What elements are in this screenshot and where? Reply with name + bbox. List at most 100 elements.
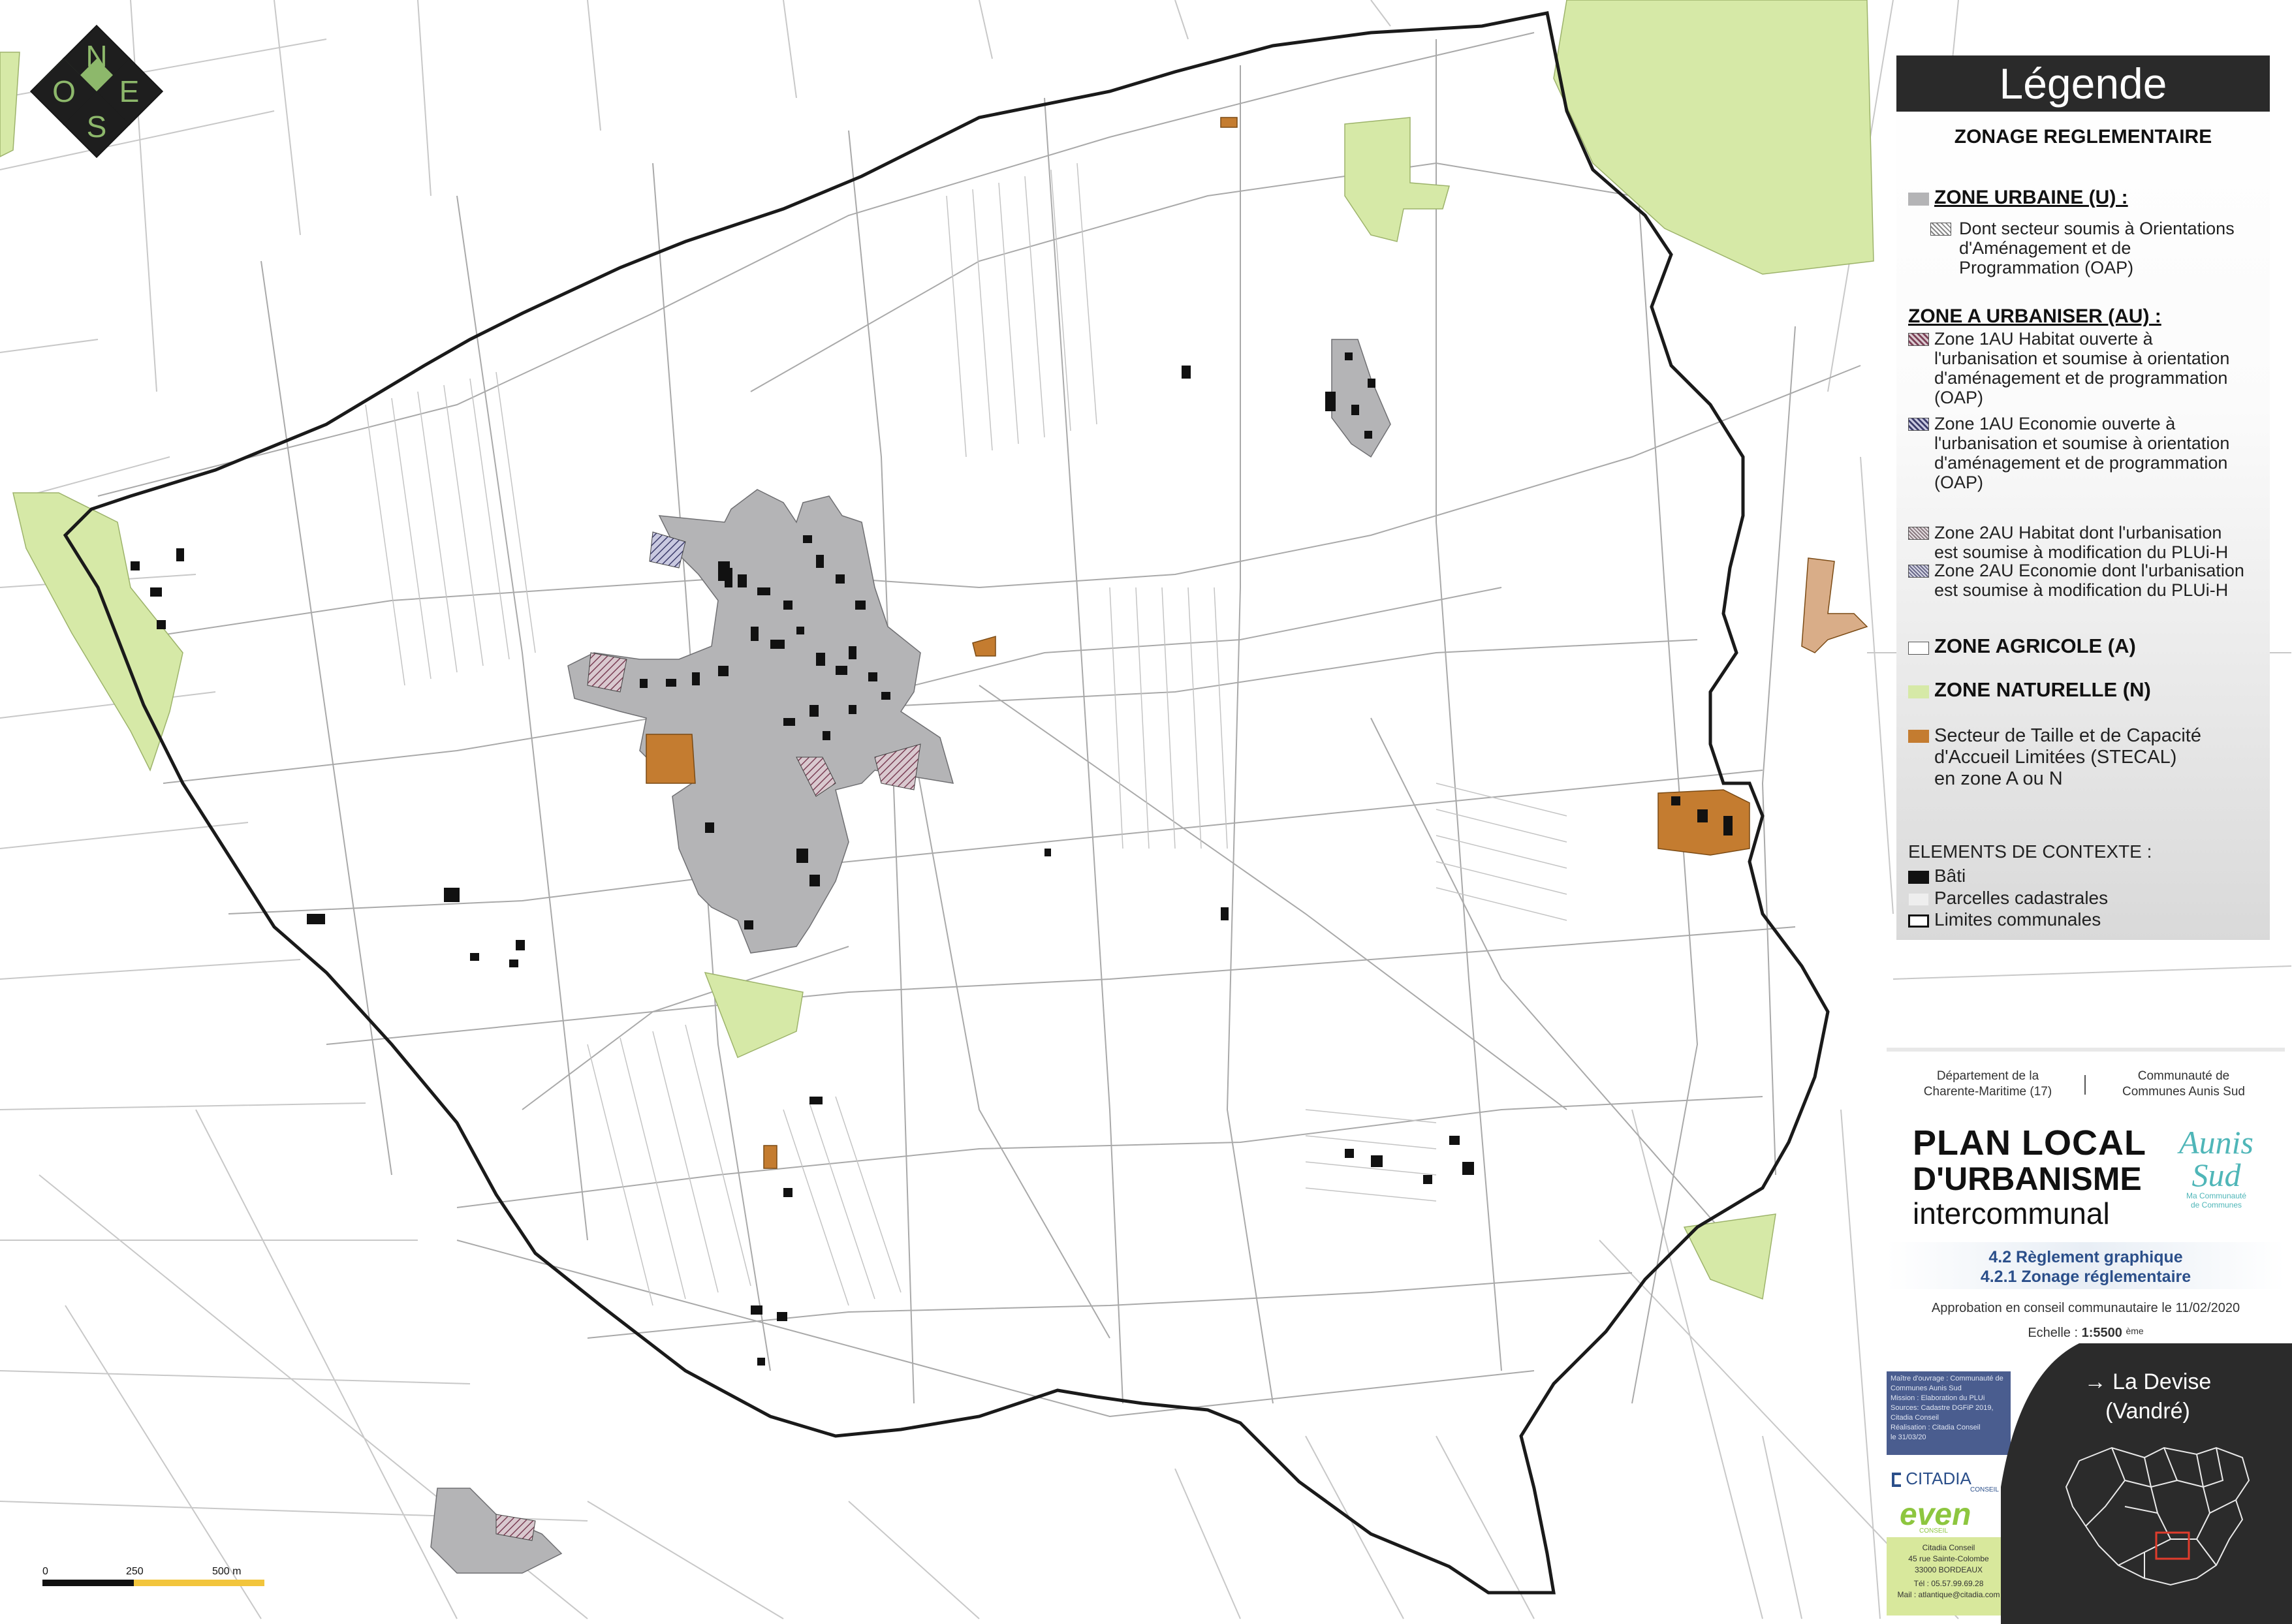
credits-line-3: Mission : Elaboration du PLUi xyxy=(1891,1394,1985,1402)
citadia-text: CITADIA xyxy=(1906,1469,1971,1488)
context-bati: Bâti xyxy=(1934,866,1966,886)
swatch-parcelles xyxy=(1908,893,1929,906)
context-limites: Limites communales xyxy=(1934,909,2101,929)
oap-line-3: Programmation (OAP) xyxy=(1959,258,2134,277)
au1h-line-2: l'urbanisation et soumise à orientation xyxy=(1934,349,2230,368)
au1-economie: Zone 1AU Economie ouverte à l'urbanisati… xyxy=(1934,414,2229,492)
plan-line-1: PLAN LOCAL xyxy=(1913,1123,2146,1163)
stecal-line-2: d'Accueil Limitées (STECAL) xyxy=(1934,747,2177,768)
commune-name-line-2: (Vandré) xyxy=(2105,1399,2190,1424)
credits-line-4: Sources: Cadastre DGFiP 2019, xyxy=(1891,1404,1994,1412)
echelle-label: Echelle : xyxy=(2028,1326,2079,1340)
legend-panel: Légende ZONAGE REGLEMENTAIRE ZONE URBAIN… xyxy=(1896,55,2270,940)
locator-inset-map: → La Devise (Vandré) xyxy=(2001,1343,2292,1624)
credits-line-2: Communes Aunis Sud xyxy=(1891,1384,1962,1392)
swatch-bati xyxy=(1908,871,1929,884)
zone-u-title: ZONE URBAINE (U) : xyxy=(1934,187,2128,208)
credits-line-1: Maître d'ouvrage : Communauté de xyxy=(1891,1375,2003,1382)
credits: Maître d'ouvrage : Communauté de Commune… xyxy=(1891,1374,2008,1443)
communaute: Communauté de Communes Aunis Sud xyxy=(2096,1069,2272,1100)
context-parcelles: Parcelles cadastrales xyxy=(1934,888,2109,908)
zone-a-label: ZONE AGRICOLE (A) xyxy=(1934,634,2136,657)
au2e-line-2: est soumise à modification du PLUi-H xyxy=(1934,580,2229,600)
au1e-line-2: l'urbanisation et soumise à orientation xyxy=(1934,433,2230,453)
au1-habitat: Zone 1AU Habitat ouverte à l'urbanisatio… xyxy=(1934,329,2229,407)
reglement: 4.2 Règlement graphique 4.2.1 Zonage rég… xyxy=(1887,1247,2285,1287)
echelle-value: 1:5500 xyxy=(2081,1326,2122,1340)
context-title: ELEMENTS DE CONTEXTE : xyxy=(1908,841,2152,862)
plan-line-3: intercommunal xyxy=(1913,1196,2110,1230)
swatch-2au-economie xyxy=(1908,565,1929,578)
echelle: Echelle : 1:5500 ème xyxy=(1887,1326,2285,1341)
swatch-stecal xyxy=(1908,730,1929,743)
scale-label-500: 500 m xyxy=(212,1566,241,1577)
scale-label-250: 250 xyxy=(126,1566,144,1577)
credits-line-7: le 31/03/20 xyxy=(1891,1433,1926,1441)
stecal-label: Secteur de Taille et de Capacité d'Accue… xyxy=(1934,725,2201,790)
plan-title: PLAN LOCAL D'URBANISME intercommunal xyxy=(1913,1125,2146,1230)
citadia-sub: CONSEIL xyxy=(1970,1486,1999,1493)
au2h-line-1: Zone 2AU Habitat dont l'urbanisation xyxy=(1934,523,2222,542)
stecal-line-1: Secteur de Taille et de Capacité xyxy=(1934,725,2201,746)
au1h-line-1: Zone 1AU Habitat ouverte à xyxy=(1934,329,2153,349)
zone-u-oap: Dont secteur soumis à Orientations d'Amé… xyxy=(1959,219,2235,277)
address-line-3: 33000 BORDEAUX xyxy=(1914,1565,1983,1574)
zone-au-title: ZONE A URBANISER (AU) : xyxy=(1908,305,2161,327)
address-line-1: Citadia Conseil xyxy=(1922,1543,1975,1552)
legend-title: Légende xyxy=(1896,55,2270,112)
stecal-line-3: en zone A ou N xyxy=(1934,768,2063,789)
swatch-zone-u xyxy=(1908,193,1929,206)
compass-e: E xyxy=(119,74,140,108)
zone-n-label: ZONE NATURELLE (N) xyxy=(1934,678,2151,701)
swatch-1au-habitat xyxy=(1908,333,1929,346)
divider xyxy=(2084,1075,2086,1095)
compass-s: S xyxy=(87,110,107,144)
au2h-line-2: est soumise à modification du PLUi-H xyxy=(1934,542,2229,562)
departement: Département de la Charente-Maritime (17) xyxy=(1900,1069,2076,1100)
swatch-2au-habitat xyxy=(1908,527,1929,540)
address-line-2: 45 rue Sainte-Colombe xyxy=(1908,1554,1989,1563)
logo-line-2: Sud xyxy=(2191,1157,2241,1193)
approbation: Approbation en conseil communautaire le … xyxy=(1931,1301,2240,1315)
au1e-line-1: Zone 1AU Economie ouverte à xyxy=(1934,414,2176,433)
address-line-5: Mail : atlantique@citadia.com xyxy=(1897,1590,2000,1599)
au1h-line-4: (OAP) xyxy=(1934,388,1984,407)
compass-o: O xyxy=(52,74,76,108)
au2e-line-1: Zone 2AU Economie dont l'urbanisation xyxy=(1934,561,2244,580)
au1e-line-3: d'aménagement et de programmation xyxy=(1934,453,2228,473)
oap-line-1: Dont secteur soumis à Orientations xyxy=(1959,219,2235,238)
communaute-line-1: Communauté de xyxy=(2137,1069,2230,1083)
au1h-line-3: d'aménagement et de programmation xyxy=(1934,368,2228,388)
reglement-line-1: 4.2 Règlement graphique xyxy=(1988,1248,2183,1266)
legend-subtitle: ZONAGE REGLEMENTAIRE xyxy=(1954,126,2212,148)
au1e-line-4: (OAP) xyxy=(1934,473,1984,492)
credits-line-5: Citadia Conseil xyxy=(1891,1414,1939,1422)
au2-habitat: Zone 2AU Habitat dont l'urbanisation est… xyxy=(1934,523,2228,562)
au2-economie: Zone 2AU Economie dont l'urbanisation es… xyxy=(1934,561,2244,600)
citadia-mark-icon xyxy=(1892,1473,1901,1488)
logo-tag-1: Ma Communauté xyxy=(2186,1191,2247,1200)
commune-name-line-1: → La Devise xyxy=(2084,1369,2212,1394)
compass-n: N xyxy=(86,39,107,73)
logo-tag-2: de Communes xyxy=(2190,1200,2242,1210)
even-logo: even CONSEIL xyxy=(1900,1497,1971,1535)
departement-line-1: Département de la xyxy=(1936,1069,2039,1083)
plan-line-2: D'URBANISME xyxy=(1913,1161,2142,1197)
swatch-zone-n xyxy=(1908,685,1929,698)
oap-line-2: d'Aménagement et de xyxy=(1959,238,2131,258)
logo-line-1: Aunis xyxy=(2179,1124,2253,1161)
communaute-line-2: Communes Aunis Sud xyxy=(2122,1085,2245,1099)
address-line-4: Tél : 05.57.99.69.28 xyxy=(1913,1579,1984,1588)
echelle-suffix: ème xyxy=(2126,1326,2144,1336)
credits-line-6: Réalisation : Citadia Conseil xyxy=(1891,1424,1981,1431)
citadia-logo: CITADIA CONSEIL xyxy=(1892,1469,1999,1493)
swatch-1au-economie xyxy=(1908,418,1929,431)
reglement-line-2: 4.2.1 Zonage réglementaire xyxy=(1980,1268,2191,1286)
scale-label-0: 0 xyxy=(42,1566,48,1577)
title-block-top-rule xyxy=(1887,1048,2285,1052)
address: Citadia Conseil 45 rue Sainte-Colombe 33… xyxy=(1887,1542,2011,1601)
swatch-zone-a xyxy=(1908,642,1929,655)
departement-line-2: Charente-Maritime (17) xyxy=(1923,1085,2052,1099)
aunis-sud-logo: Aunis Sud Ma Communauté de Communes xyxy=(2167,1126,2265,1210)
swatch-oap xyxy=(1930,223,1951,236)
